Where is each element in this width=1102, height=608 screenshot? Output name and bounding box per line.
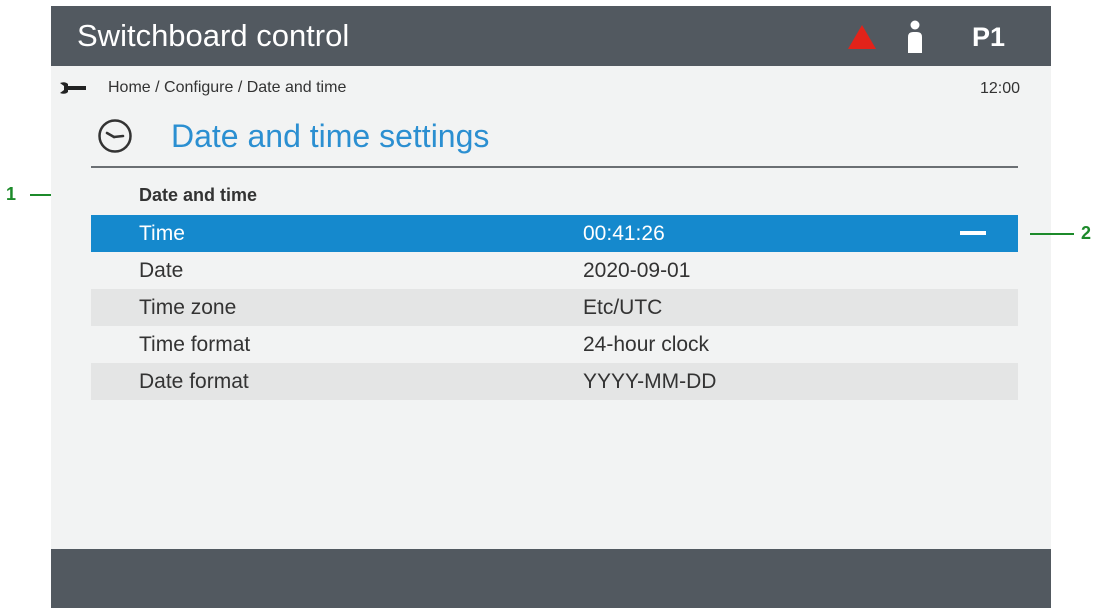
setting-row-time-format[interactable]: Time format 24-hour clock: [91, 326, 1018, 363]
callout-2-leader: [1030, 233, 1074, 235]
settings-list: Time 00:41:26 Date 2020-09-01 Time zone …: [91, 215, 1018, 400]
page-title: Date and time settings: [171, 118, 490, 154]
section-heading: Date and time: [139, 185, 258, 205]
setting-value: Etc/UTC: [583, 296, 663, 319]
app-title: Switchboard control: [77, 18, 350, 53]
header-bar: Switchboard control P1: [51, 6, 1051, 66]
wrench-icon[interactable]: [59, 81, 87, 95]
setting-row-time[interactable]: Time 00:41:26: [91, 215, 1018, 252]
figure: 1 Switchboard control P1 Home / Configur…: [0, 0, 1102, 608]
setting-value: 00:41:26: [583, 222, 665, 245]
clock-icon: [98, 119, 132, 153]
setting-row-time-zone[interactable]: Time zone Etc/UTC: [91, 289, 1018, 326]
clock-time: 12:00: [979, 80, 1020, 97]
edit-handle-icon[interactable]: [960, 231, 986, 235]
callout-1: 1: [6, 184, 17, 204]
setting-value: YYYY-MM-DD: [583, 370, 717, 393]
setting-label: Time: [139, 222, 185, 245]
footer-bar: [51, 549, 1051, 608]
setting-value: 24-hour clock: [583, 333, 710, 356]
setting-label: Time format: [139, 333, 251, 356]
user-icon[interactable]: [906, 20, 924, 54]
callout-2: 2: [1081, 223, 1092, 243]
setting-label: Date format: [139, 370, 249, 393]
setting-row-date-format[interactable]: Date format YYYY-MM-DD: [91, 363, 1018, 400]
title-divider: [91, 166, 1018, 168]
breadcrumb[interactable]: Home / Configure / Date and time: [108, 78, 346, 98]
device-screen: Switchboard control P1 Home / Configure …: [51, 6, 1051, 608]
alarm-triangle-icon[interactable]: [847, 24, 877, 50]
setting-value: 2020-09-01: [583, 259, 691, 282]
setting-row-date[interactable]: Date 2020-09-01: [91, 252, 1018, 289]
setting-label: Time zone: [139, 296, 237, 319]
profile-label[interactable]: P1: [972, 18, 1005, 56]
setting-label: Date: [139, 259, 184, 282]
